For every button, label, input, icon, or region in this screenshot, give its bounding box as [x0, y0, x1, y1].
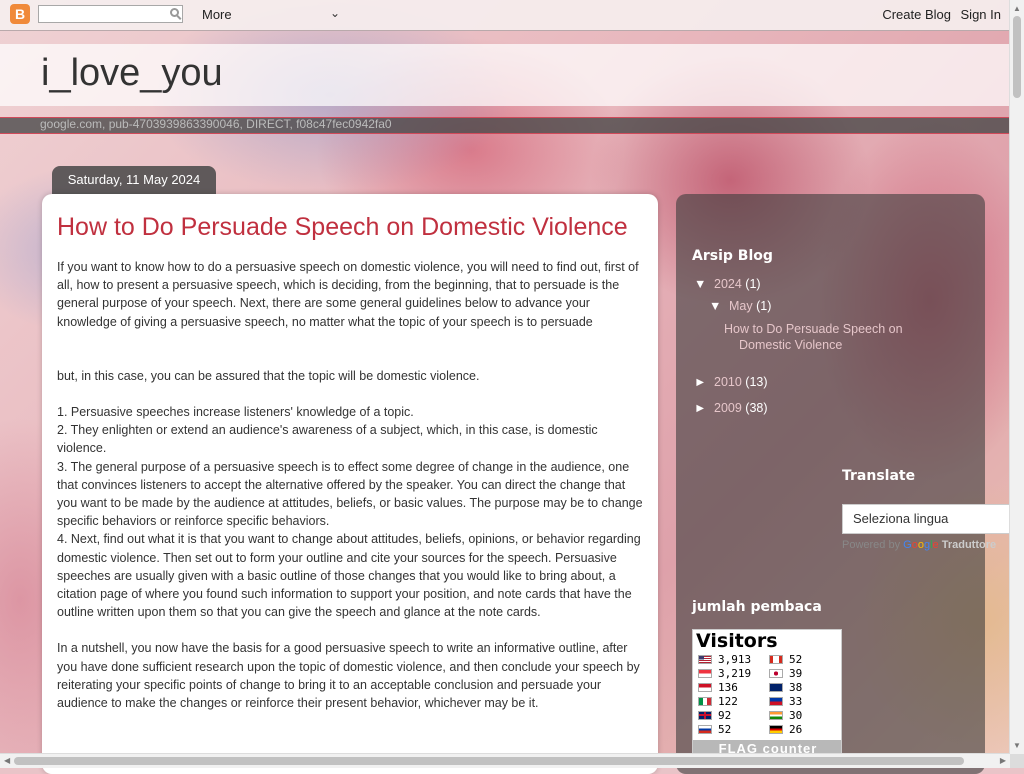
flag-row: 122 — [698, 694, 751, 708]
archive-year-2024[interactable]: ▼ 2024 (1) — [694, 277, 761, 291]
archive-count: (1) — [756, 299, 772, 313]
vertical-scrollbar[interactable]: ▲ ▼ — [1009, 0, 1024, 754]
blogger-navbar: B More ⌄ Create Blog Sign In — [0, 0, 1010, 31]
translate-brand-link[interactable]: Traduttore — [942, 539, 996, 551]
powered-by-label: Powered by — [842, 539, 901, 551]
jp-flag-icon — [769, 668, 783, 678]
flag-row: 39 — [769, 666, 802, 680]
au-flag-icon — [769, 682, 783, 692]
post-body: If you want to know how to do a persuasi… — [57, 258, 645, 712]
flag-row: 52 — [698, 722, 751, 736]
ad-text: google.com, pub-4703939863390046, DIRECT… — [40, 117, 392, 131]
archive-year-link[interactable]: 2010 — [714, 375, 742, 389]
vertical-scroll-thumb[interactable] — [1013, 16, 1021, 98]
expand-triangle-icon[interactable]: ► — [694, 375, 714, 389]
flag-row: 136 — [698, 680, 751, 694]
flag-counter-title: Visitors — [696, 630, 778, 652]
horizontal-scrollbar[interactable]: ◀ ▶ — [0, 753, 1010, 768]
collapse-triangle-icon[interactable]: ▼ — [709, 299, 729, 313]
ph-flag-icon — [769, 696, 783, 706]
archive-month-may[interactable]: ▼ May (1) — [709, 299, 771, 313]
create-blog-link[interactable]: Create Blog — [882, 7, 951, 22]
archive-heading: Arsip Blog — [692, 248, 773, 264]
archive-year-2009[interactable]: ► 2009 (38) — [694, 401, 768, 415]
id-flag-icon — [698, 682, 712, 692]
flag-row: 3,913 — [698, 652, 751, 666]
more-menu[interactable]: More — [202, 7, 232, 22]
post-paragraph-topic: but, in this case, you can be assured th… — [57, 368, 480, 383]
chevron-down-icon[interactable]: ⌄ — [330, 6, 340, 20]
archive-month-link[interactable]: May — [729, 299, 753, 313]
flag-row: 38 — [769, 680, 802, 694]
navbar-search-input[interactable] — [42, 8, 162, 22]
it-flag-icon — [698, 696, 712, 706]
scroll-right-arrow-icon[interactable]: ▶ — [1000, 756, 1006, 765]
flag-row: 3,219 — [698, 666, 751, 680]
flag-row: 30 — [769, 708, 802, 722]
flag-counter-right-column: 52 39 38 33 30 26 — [769, 652, 802, 736]
scroll-down-arrow-icon[interactable]: ▼ — [1013, 741, 1021, 750]
post-date: Saturday, 11 May 2024 — [52, 166, 216, 194]
readers-heading: jumlah pembaca — [692, 599, 822, 615]
us-flag-icon — [698, 654, 712, 664]
flag-counter-widget[interactable]: Visitors 3,913 3,219 136 122 92 52 52 39… — [692, 629, 842, 759]
sg-flag-icon — [698, 668, 712, 678]
post-list-item-1: 1. Persuasive speeches increase listener… — [57, 405, 414, 420]
flag-row: 92 — [698, 708, 751, 722]
navbar-search — [38, 5, 183, 23]
google-logo[interactable]: Google — [903, 539, 939, 551]
translate-heading: Translate — [842, 468, 916, 484]
post-paragraph-intro: If you want to know how to do a persuasi… — [57, 260, 639, 329]
language-select[interactable]: Seleziona lingua — [842, 504, 1010, 534]
expand-triangle-icon[interactable]: ► — [694, 401, 714, 415]
ca-flag-icon — [769, 654, 783, 664]
blogger-logo-icon[interactable]: B — [10, 4, 30, 24]
ru-flag-icon — [698, 724, 712, 734]
de-flag-icon — [769, 724, 783, 734]
post-list-item-4: 4. Next, find out what it is that you wa… — [57, 532, 641, 620]
scroll-up-arrow-icon[interactable]: ▲ — [1013, 4, 1021, 13]
post-paragraph-conclusion: In a nutshell, you now have the basis fo… — [57, 641, 640, 711]
flag-row: 52 — [769, 652, 802, 666]
flag-row: 26 — [769, 722, 802, 736]
archive-count: (38) — [745, 401, 768, 415]
archive-count: (1) — [745, 277, 761, 291]
archive-count: (13) — [745, 375, 768, 389]
horizontal-scroll-thumb[interactable] — [14, 757, 964, 765]
blog-title[interactable]: i_love_you — [41, 52, 223, 95]
sign-in-link[interactable]: Sign In — [961, 7, 1001, 22]
search-icon[interactable] — [170, 8, 179, 17]
gb-flag-icon — [698, 710, 712, 720]
collapse-triangle-icon[interactable]: ▼ — [694, 277, 714, 291]
scroll-left-arrow-icon[interactable]: ◀ — [4, 756, 10, 765]
flag-counter-left-column: 3,913 3,219 136 122 92 52 — [698, 652, 751, 736]
powered-by-google: Powered by Google Traduttore — [842, 539, 996, 551]
archive-post-link[interactable]: How to Do Persuade Speech on Domestic Vi… — [724, 321, 939, 353]
in-flag-icon — [769, 710, 783, 720]
post-list-item-3: 3. The general purpose of a persuasive s… — [57, 459, 643, 529]
archive-year-link[interactable]: 2024 — [714, 277, 742, 291]
archive-year-link[interactable]: 2009 — [714, 401, 742, 415]
flag-row: 33 — [769, 694, 802, 708]
post-list-item-2: 2. They enlighten or extend an audience'… — [57, 423, 598, 456]
archive-year-2010[interactable]: ► 2010 (13) — [694, 375, 768, 389]
scrollbar-corner — [1010, 754, 1024, 768]
post-title[interactable]: How to Do Persuade Speech on Domestic Vi… — [57, 213, 657, 242]
